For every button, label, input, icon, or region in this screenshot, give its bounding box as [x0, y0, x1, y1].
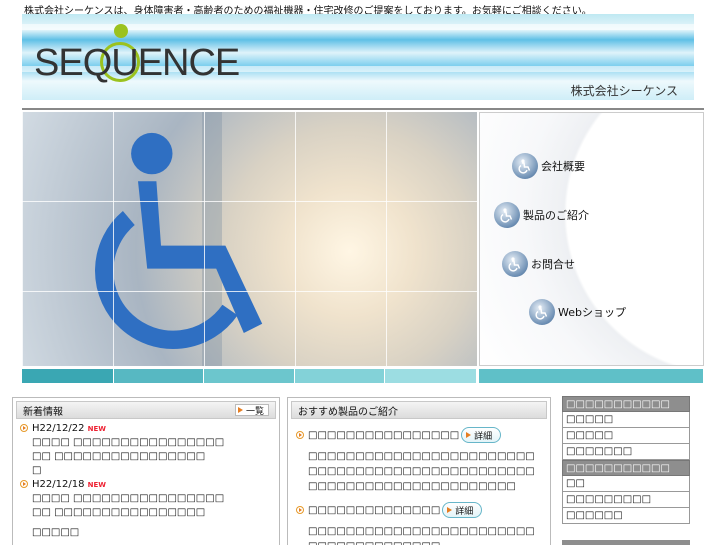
menu-item-label: 製品のご紹介: [523, 209, 589, 222]
news-title: 新着情報: [23, 406, 63, 418]
product-name: □□□□□□□□□□□□□□□□: [308, 429, 460, 441]
detail-button[interactable]: 詳細: [442, 502, 483, 518]
strip-segment: [478, 369, 703, 383]
products-title: おすすめ製品のご紹介: [298, 406, 398, 418]
news-text: □: [32, 465, 42, 476]
product-description: □□□□□□□□□□□□□□□□□□□□□□□□□□□□□□□□□□□□□□□□…: [308, 451, 535, 492]
news-more-button[interactable]: 一覧: [234, 404, 269, 417]
news-text: □□□□□: [32, 527, 80, 538]
news-more-label: 一覧: [245, 406, 264, 417]
news-item[interactable]: H22/12/22 NEW □□□□ □□□□□□□□□□□□□□□□ □□ □…: [20, 422, 279, 478]
company-name: 株式会社シーケンス: [570, 84, 678, 98]
products-header: おすすめ製品のご紹介: [291, 401, 547, 419]
news-header: 新着情報 一覧: [16, 401, 276, 419]
hero-grid: [22, 112, 477, 366]
menu-item-products[interactable]: 製品のご紹介: [494, 202, 589, 228]
strip-segment: [22, 369, 113, 383]
color-strip: [22, 369, 704, 383]
news-date: H22/12/22: [32, 423, 85, 434]
arrow-right-icon: [237, 407, 243, 413]
menu-item-company[interactable]: 会社概要: [512, 153, 585, 179]
logo[interactable]: SEQUENCE: [34, 42, 240, 85]
hero-image: [22, 112, 477, 366]
menu-item-contact[interactable]: お問合せ: [502, 251, 575, 277]
sidebar-footer-bar: [562, 540, 690, 545]
product-item: □□□□□□□□□□□□□□□□ 詳細: [296, 427, 550, 443]
arrow-right-icon: [447, 507, 453, 513]
news-date: H22/12/18: [32, 479, 85, 490]
detail-label: 詳細: [474, 431, 493, 442]
menu-item-webshop[interactable]: Webショップ: [529, 299, 626, 325]
menu-item-label: お問合せ: [531, 258, 575, 271]
sidebar-nav: □□□□□□□□□□□ □□□□□ □□□□□ □□□□□□□ □□□□□□□□…: [562, 396, 690, 524]
new-badge: NEW: [87, 425, 106, 433]
wheelchair-icon: [529, 299, 555, 325]
arrow-right-icon: [466, 432, 472, 438]
bullet-arrow-icon: [296, 431, 304, 439]
sidebar-heading: □□□□□□□□□□□: [562, 460, 690, 476]
sidebar-item[interactable]: □□□□□□: [562, 508, 690, 524]
wheelchair-icon: [502, 251, 528, 277]
bullet-arrow-icon: [20, 424, 28, 432]
header-divider: [22, 108, 704, 110]
product-item: □□□□□□□□□□□□□□ 詳細: [296, 502, 550, 518]
bullet-arrow-icon: [20, 480, 28, 488]
sidebar-item[interactable]: □□□□□: [562, 428, 690, 444]
hero-menu: 会社概要 製品のご紹介 お問合せ Webショップ: [479, 112, 704, 366]
wheelchair-icon: [512, 153, 538, 179]
wheelchair-icon: [494, 202, 520, 228]
sidebar-item[interactable]: □□: [562, 476, 690, 492]
new-badge: NEW: [87, 481, 106, 489]
products-panel: おすすめ製品のご紹介 □□□□□□□□□□□□□□□□ 詳細 □□□□□□□□□…: [287, 397, 551, 545]
sidebar-item[interactable]: □□□□□: [562, 412, 690, 428]
strip-segment: [204, 369, 294, 383]
news-text: □□ □□□□□□□□□□□□□□□□: [32, 507, 206, 518]
news-panel: 新着情報 一覧 H22/12/22 NEW □□□□ □□□□□□□□□□□□□…: [12, 397, 280, 545]
sidebar-item[interactable]: □□□□□□□: [562, 444, 690, 460]
product-name: □□□□□□□□□□□□□□: [308, 504, 441, 516]
strip-segment: [113, 369, 204, 383]
sidebar-heading: □□□□□□□□□□□: [562, 396, 690, 412]
detail-button[interactable]: 詳細: [461, 427, 502, 443]
news-text: □□□□ □□□□□□□□□□□□□□□□: [32, 493, 225, 504]
news-text: □□□□ □□□□□□□□□□□□□□□□: [32, 437, 225, 448]
sidebar-item[interactable]: □□□□□□□□□: [562, 492, 690, 508]
detail-label: 詳細: [455, 506, 474, 517]
news-text: □□ □□□□□□□□□□□□□□□□: [32, 451, 206, 462]
header-banner: SEQUENCE 株式会社シーケンス: [22, 14, 694, 100]
strip-segment: [294, 369, 385, 383]
strip-segment: [385, 369, 476, 383]
logo-dot-icon: [114, 24, 128, 38]
menu-item-label: 会社概要: [541, 160, 585, 173]
news-item[interactable]: H22/12/18 NEW □□□□ □□□□□□□□□□□□□□□□ □□ □…: [20, 478, 279, 540]
product-description: □□□□□□□□□□□□□□□□□□□□□□□□□□□□□□□□□□□□□□: [308, 526, 535, 545]
menu-item-label: Webショップ: [558, 306, 626, 319]
bullet-arrow-icon: [296, 506, 304, 514]
